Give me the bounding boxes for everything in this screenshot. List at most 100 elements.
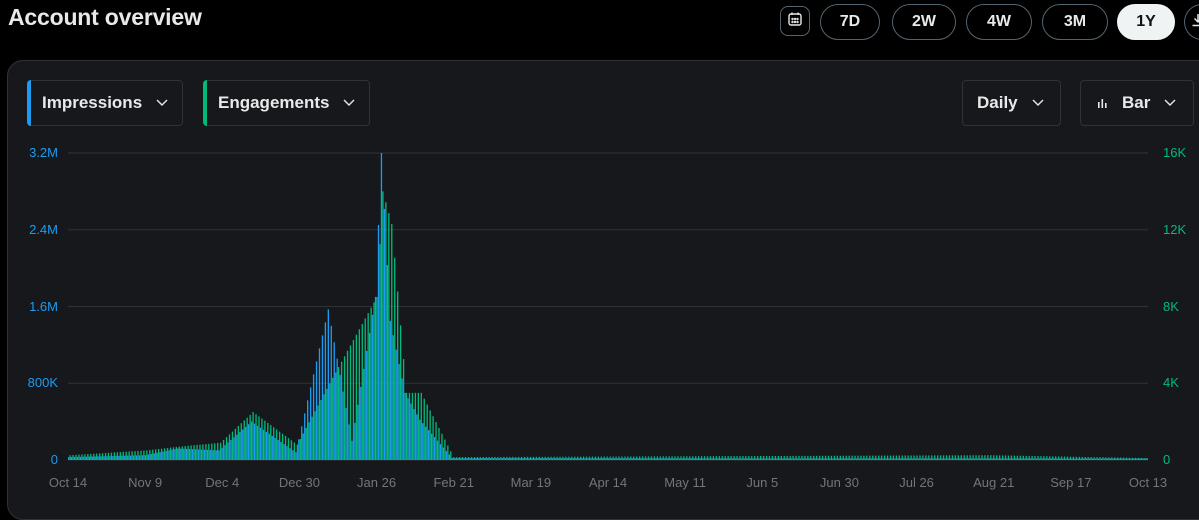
engagements-bar[interactable]: [399, 325, 402, 460]
engagements-bar[interactable]: [1143, 458, 1145, 460]
engagements-bar[interactable]: [777, 455, 779, 460]
engagements-bar[interactable]: [317, 405, 319, 460]
engagements-bar[interactable]: [104, 452, 107, 460]
engagements-bar[interactable]: [352, 340, 355, 460]
impressions-bar[interactable]: [1056, 458, 1058, 461]
impressions-bar[interactable]: [796, 458, 799, 461]
engagements-bar[interactable]: [1013, 455, 1016, 460]
impressions-bar[interactable]: [342, 391, 344, 460]
impressions-bar[interactable]: [755, 458, 757, 461]
impressions-bar[interactable]: [959, 458, 961, 461]
engagements-bar[interactable]: [1128, 457, 1131, 460]
impressions-bar[interactable]: [271, 435, 273, 460]
impressions-bar[interactable]: [183, 448, 185, 460]
engagements-bar[interactable]: [1125, 457, 1128, 460]
engagements-bar[interactable]: [90, 453, 92, 460]
engagements-bar[interactable]: [163, 448, 166, 460]
impressions-bar[interactable]: [566, 458, 569, 460]
engagements-bar[interactable]: [240, 423, 242, 460]
engagements-bar[interactable]: [568, 456, 570, 460]
impressions-bar[interactable]: [699, 458, 701, 460]
impressions-bar[interactable]: [1047, 458, 1049, 461]
impressions-bar[interactable]: [203, 449, 206, 460]
engagements-bar[interactable]: [945, 455, 948, 460]
impressions-bar[interactable]: [953, 458, 955, 461]
impressions-bar[interactable]: [504, 458, 507, 460]
engagements-bar[interactable]: [562, 456, 564, 460]
engagements-bar[interactable]: [591, 456, 594, 460]
engagements-bar[interactable]: [1093, 457, 1095, 460]
impressions-bar[interactable]: [519, 458, 521, 460]
engagements-bar[interactable]: [1016, 455, 1019, 460]
impressions-bar[interactable]: [129, 455, 132, 460]
engagements-bar[interactable]: [668, 456, 670, 460]
engagements-bar[interactable]: [910, 455, 912, 460]
engagements-bar[interactable]: [582, 456, 585, 460]
engagements-bar[interactable]: [541, 456, 543, 460]
impressions-bar[interactable]: [861, 458, 864, 461]
impressions-bar[interactable]: [206, 449, 209, 460]
impressions-bar[interactable]: [643, 458, 645, 460]
engagements-bar[interactable]: [290, 440, 293, 460]
impressions-bar[interactable]: [731, 458, 734, 460]
engagements-bar[interactable]: [789, 455, 791, 460]
engagements-bar[interactable]: [804, 455, 806, 460]
engagements-bar[interactable]: [308, 422, 310, 460]
impressions-bar[interactable]: [100, 456, 102, 460]
impressions-bar[interactable]: [445, 451, 448, 460]
engagements-bar[interactable]: [473, 457, 476, 460]
engagements-bar[interactable]: [594, 456, 597, 460]
impressions-bar[interactable]: [708, 458, 710, 460]
engagements-bar[interactable]: [842, 455, 844, 460]
impressions-bar[interactable]: [554, 458, 557, 460]
engagements-bar[interactable]: [538, 456, 540, 460]
engagements-bar[interactable]: [1117, 457, 1119, 460]
engagements-bar[interactable]: [571, 456, 573, 460]
impressions-bar[interactable]: [76, 456, 79, 460]
engagements-bar[interactable]: [559, 456, 561, 460]
engagements-bar[interactable]: [754, 456, 756, 460]
engagements-bar[interactable]: [1134, 457, 1137, 460]
impressions-bar[interactable]: [988, 458, 990, 461]
engagements-bar[interactable]: [219, 442, 222, 460]
impressions-bar[interactable]: [572, 458, 574, 460]
engagements-bar[interactable]: [821, 455, 824, 460]
impressions-bar[interactable]: [492, 458, 495, 460]
impressions-bar[interactable]: [752, 458, 754, 461]
engagements-bar[interactable]: [1140, 457, 1142, 460]
impressions-bar[interactable]: [616, 458, 619, 460]
engagements-bar[interactable]: [1052, 456, 1054, 460]
engagements-bar[interactable]: [1087, 457, 1089, 460]
impressions-bar[interactable]: [610, 458, 613, 460]
engagements-bar[interactable]: [762, 456, 765, 460]
engagements-bar[interactable]: [813, 455, 815, 460]
impressions-bar[interactable]: [608, 458, 610, 460]
engagements-bar[interactable]: [72, 455, 74, 460]
engagements-bar[interactable]: [751, 456, 753, 460]
impressions-bar[interactable]: [191, 449, 194, 460]
engagements-bar[interactable]: [1131, 457, 1134, 460]
impressions-bar[interactable]: [463, 458, 465, 460]
impressions-bar[interactable]: [162, 451, 164, 460]
impressions-bar[interactable]: [439, 444, 442, 460]
engagements-bar[interactable]: [574, 456, 576, 460]
impressions-bar[interactable]: [997, 458, 999, 461]
impressions-bar[interactable]: [891, 458, 893, 461]
engagements-bar[interactable]: [1049, 456, 1051, 460]
impressions-bar[interactable]: [858, 458, 861, 461]
engagements-bar[interactable]: [869, 455, 871, 460]
engagements-bar[interactable]: [733, 456, 735, 460]
engagements-bar[interactable]: [535, 456, 538, 460]
impressions-bar[interactable]: [982, 458, 985, 461]
engagements-bar[interactable]: [491, 456, 493, 460]
impressions-bar[interactable]: [540, 458, 542, 460]
engagements-bar[interactable]: [110, 452, 113, 460]
impressions-bar[interactable]: [374, 296, 377, 460]
engagements-bar[interactable]: [196, 444, 198, 460]
impressions-bar[interactable]: [97, 456, 99, 460]
engagements-bar[interactable]: [1037, 456, 1039, 460]
impressions-bar[interactable]: [422, 423, 424, 460]
engagements-bar[interactable]: [630, 456, 632, 460]
impressions-bar[interactable]: [876, 458, 878, 461]
engagements-bar[interactable]: [1043, 456, 1045, 460]
